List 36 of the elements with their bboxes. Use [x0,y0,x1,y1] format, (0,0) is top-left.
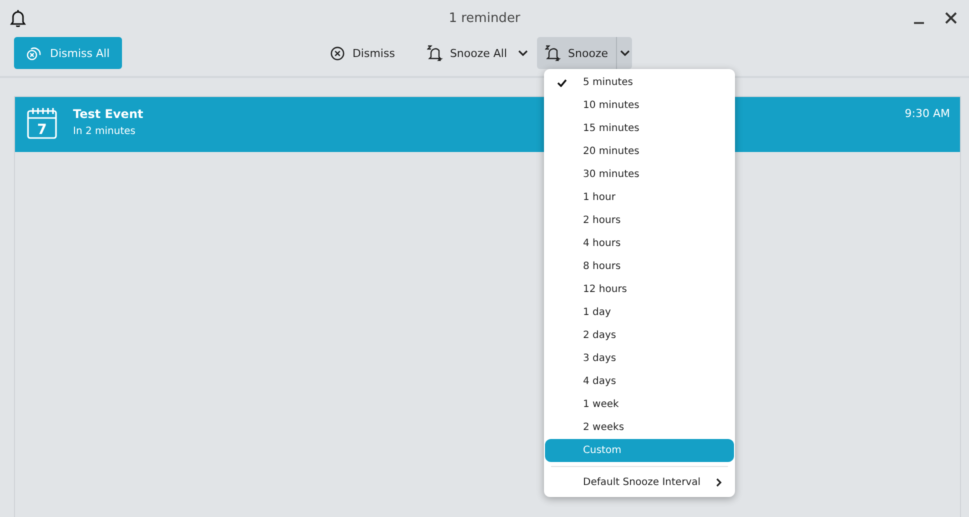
snooze-all-button[interactable]: Snooze All [418,37,516,69]
window-title: 1 reminder [448,10,520,26]
snooze-menu-item[interactable]: 8 hours [545,255,734,278]
event-due-text: In 2 minutes [73,126,136,137]
snooze-menu-item[interactable]: 10 minutes [545,94,734,117]
snooze-bell-icon [545,45,562,61]
dismiss-all-icon [26,45,42,61]
snooze-menu-item[interactable]: 12 hours [545,278,734,301]
snooze-menu-item[interactable]: 4 days [545,370,734,393]
snooze-menu-item[interactable]: 30 minutes [545,163,734,186]
event-time: 9:30 AM [904,107,950,120]
snooze-menu-item[interactable]: 5 minutes [545,71,734,94]
snooze-menu-item[interactable]: 1 day [545,301,734,324]
snooze-bell-icon [426,45,443,61]
snooze-menu-item[interactable]: 2 hours [545,209,734,232]
snooze-menu-item[interactable]: 1 week [545,393,734,416]
snooze-menu-item[interactable]: 2 days [545,324,734,347]
caret-icon [518,50,528,56]
snooze-dropdown-button[interactable] [616,37,632,69]
event-title: Test Event [73,107,144,121]
dismiss-button[interactable]: Dismiss [322,37,403,69]
snooze-menu-item[interactable]: 2 weeks [545,416,734,439]
chevron-right-icon [716,478,722,487]
minimize-icon [913,22,925,24]
close-icon [945,12,957,24]
submenu-item[interactable]: Default Snooze Interval [545,471,734,494]
snooze-menu-item[interactable]: 4 hours [545,232,734,255]
snooze-menu-item[interactable]: 3 days [545,347,734,370]
calendar-icon: 7 [27,107,57,139]
snooze-menu-item[interactable]: 15 minutes [545,117,734,140]
snooze-button[interactable]: Snooze [537,37,616,69]
close-button[interactable] [943,10,959,26]
dismiss-icon [330,46,346,60]
caret-icon [620,50,630,56]
bell-icon [10,9,26,27]
snooze-menu-item[interactable]: 1 hour [545,186,734,209]
